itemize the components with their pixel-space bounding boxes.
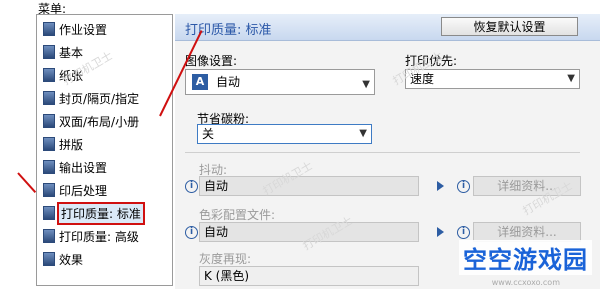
sidebar-item-job-settings[interactable]: 作业设置 (43, 19, 107, 39)
play-icon (437, 227, 444, 237)
effects-icon (43, 252, 55, 266)
duplex-layout-icon (43, 114, 55, 128)
toner-save-select[interactable]: 关 ▼ (197, 124, 372, 144)
paper-icon (43, 68, 55, 82)
finishing-icon (43, 183, 55, 197)
gray-reproduction-select[interactable]: K (黑色) (199, 266, 419, 286)
info-icon[interactable]: i (185, 180, 198, 193)
restore-defaults-button[interactable]: 恢复默认设置 (441, 17, 578, 36)
info-icon[interactable]: i (457, 180, 470, 193)
info-icon[interactable]: i (185, 226, 198, 239)
basic-icon (43, 45, 55, 59)
chevron-down-icon: ▼ (359, 128, 367, 139)
imposition-icon (43, 137, 55, 151)
print-quality-standard-icon (43, 206, 55, 220)
sidebar-item-basic[interactable]: 基本 (43, 42, 83, 62)
annotation-arrow (17, 172, 37, 193)
document-settings-icon (43, 22, 55, 36)
sidebar-item-print-quality-standard[interactable]: 打印质量: 标准 (43, 201, 145, 225)
print-priority-select[interactable]: 速度 ▼ (405, 69, 580, 89)
sidebar-item-finishing[interactable]: 印后处理 (43, 180, 107, 200)
print-quality-advanced-icon (43, 229, 55, 243)
gray-reproduction-label: 灰度再现: (199, 252, 252, 266)
image-settings-label: 图像设置: (185, 54, 238, 68)
site-url: www.ccxoxo.com (491, 278, 560, 287)
section-divider (185, 152, 580, 153)
dither-select[interactable]: 自动 (199, 176, 419, 196)
sidebar-item-output-settings[interactable]: 输出设置 (43, 157, 107, 177)
sidebar-item-print-quality-advanced[interactable]: 打印质量: 高级 (43, 226, 139, 246)
panel-header: 打印质量: 标准 恢复默认设置 (175, 14, 600, 41)
output-settings-icon (43, 160, 55, 174)
info-icon[interactable]: i (457, 226, 470, 239)
image-settings-select[interactable]: A 自动 ▼ (185, 69, 375, 95)
chevron-down-icon: ▼ (567, 73, 575, 84)
cover-pages-icon (43, 91, 55, 105)
sidebar-item-imposition[interactable]: 拼版 (43, 134, 83, 154)
play-icon (437, 181, 444, 191)
sidebar-item-duplex-layout[interactable]: 双面/布局/小册 (43, 111, 139, 131)
color-profile-details-button[interactable]: 详细资料... (473, 222, 581, 242)
chevron-down-icon: ▼ (362, 79, 370, 90)
image-settings-a-icon: A (192, 74, 208, 90)
sidebar-item-effects[interactable]: 效果 (43, 249, 83, 269)
color-profile-label: 色彩配置文件: (199, 208, 276, 222)
sidebar-item-cover-pages[interactable]: 封页/隔页/指定 (43, 88, 139, 108)
site-logo: 空空游戏园 (459, 240, 592, 275)
